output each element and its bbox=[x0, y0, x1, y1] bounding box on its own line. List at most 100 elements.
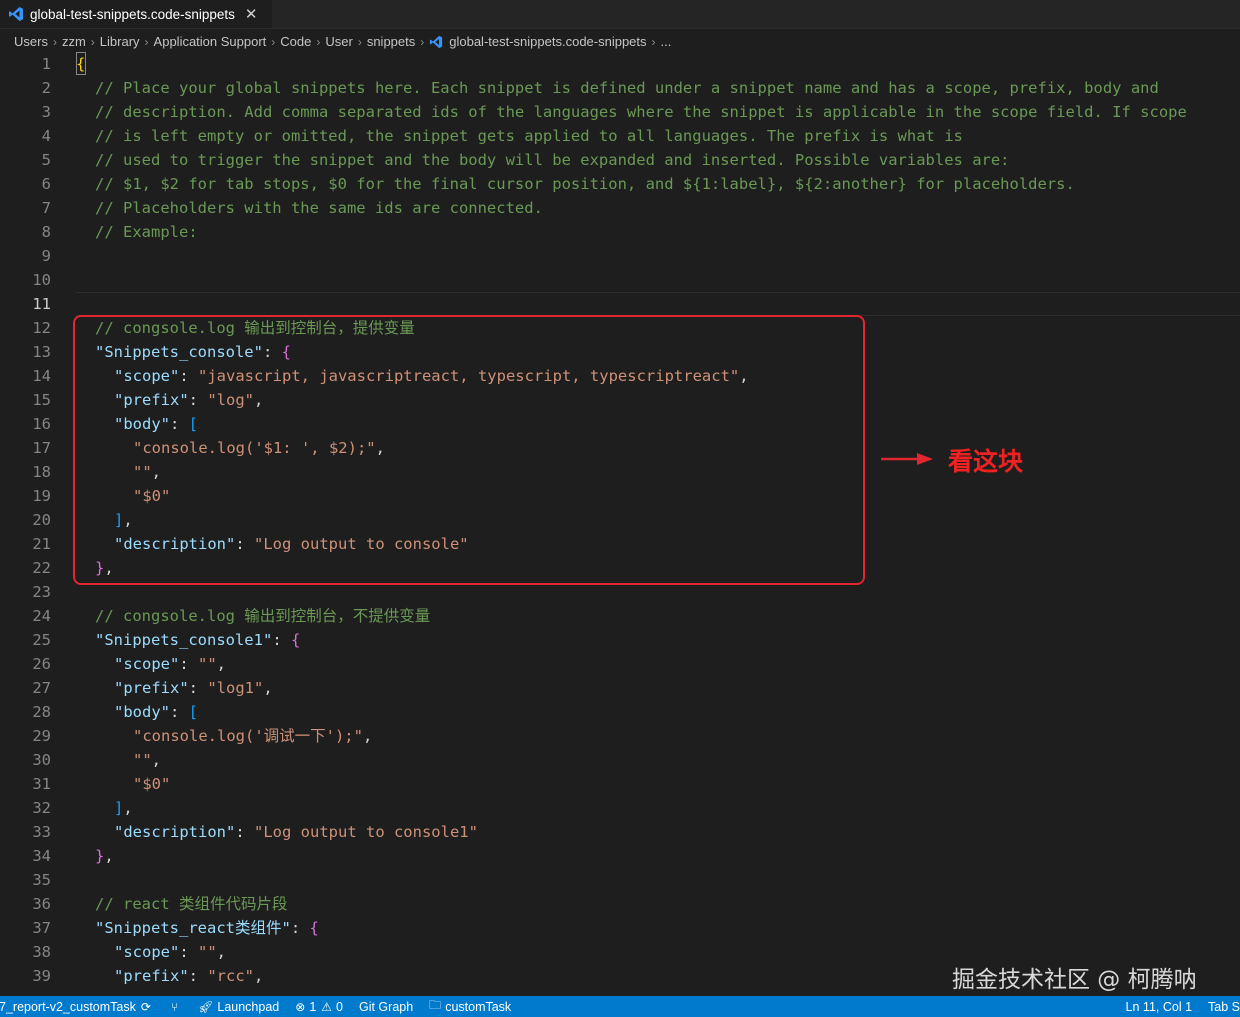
code-line[interactable]: 4 // is left empty or omitted, the snippe… bbox=[0, 124, 1240, 148]
chevron-right-icon: › bbox=[90, 34, 95, 49]
code-line[interactable]: 31 "$0" bbox=[0, 772, 1240, 796]
code-line[interactable]: 8 // Example: bbox=[0, 220, 1240, 244]
code-line[interactable]: 3 // description. Add comma separated ids… bbox=[0, 100, 1240, 124]
close-icon[interactable]: ✕ bbox=[245, 5, 258, 23]
breadcrumb-item[interactable]: zzm bbox=[62, 34, 86, 49]
code-token: "prefix" bbox=[114, 967, 189, 985]
line-code: "description": "Log output to console1" bbox=[114, 820, 478, 844]
editor-tab[interactable]: global-test-snippets.code-snippets ✕ bbox=[0, 0, 272, 28]
code-token: // Example: bbox=[95, 223, 198, 241]
code-line[interactable]: 24 // congsole.log 输出到控制台，不提供变量 bbox=[0, 604, 1240, 628]
git-branch-icon: ⑂ bbox=[170, 999, 179, 1014]
error-count: 1 bbox=[309, 999, 317, 1014]
code-line[interactable]: 37 "Snippets_react类组件": { bbox=[0, 916, 1240, 940]
sync-icon[interactable]: ⟳ bbox=[141, 1000, 151, 1014]
code-line[interactable]: 1{ bbox=[0, 52, 1240, 76]
chevron-right-icon: › bbox=[52, 34, 57, 49]
git-icon-item[interactable]: ⑂ bbox=[171, 1000, 182, 1014]
chevron-right-icon: › bbox=[357, 34, 362, 49]
line-code: "prefix": "log1", bbox=[114, 676, 273, 700]
chevron-right-icon: › bbox=[651, 34, 656, 49]
code-line[interactable]: 2 // Place your global snippets here. Eac… bbox=[0, 76, 1240, 100]
line-code: // congsole.log 输出到控制台，不提供变量 bbox=[95, 604, 430, 628]
breadcrumb-item[interactable]: global-test-snippets.code-snippets bbox=[449, 34, 646, 49]
code-line[interactable]: 34}, bbox=[0, 844, 1240, 868]
code-line[interactable]: 28 "body": [ bbox=[0, 700, 1240, 724]
cursor-position[interactable]: Ln 11, Col 1 bbox=[1126, 1000, 1192, 1014]
git-graph-label: Git Graph bbox=[358, 999, 414, 1014]
code-line[interactable]: 27 "prefix": "log1", bbox=[0, 676, 1240, 700]
breadcrumb-item[interactable]: Application Support bbox=[154, 34, 267, 49]
line-number: 36 bbox=[32, 895, 51, 913]
breadcrumb-item[interactable]: Code bbox=[280, 34, 311, 49]
line-number: 13 bbox=[32, 343, 51, 361]
code-line[interactable]: 36 // react 类组件代码片段 bbox=[0, 892, 1240, 916]
code-token: : bbox=[235, 823, 254, 841]
code-line[interactable]: 35 bbox=[0, 868, 1240, 892]
line-code: "scope": "", bbox=[114, 940, 226, 964]
line-number: 11 bbox=[32, 295, 51, 313]
line-number: 31 bbox=[32, 775, 51, 793]
error-icon: ⊗ bbox=[295, 999, 306, 1014]
line-number: 12 bbox=[32, 319, 51, 337]
line-code: "Snippets_console1": { bbox=[95, 628, 300, 652]
code-line[interactable]: 6 // $1, $2 for tab stops, $0 for the fin… bbox=[0, 172, 1240, 196]
code-line[interactable]: 30 "", bbox=[0, 748, 1240, 772]
code-token: "$0" bbox=[133, 775, 171, 793]
code-token: : bbox=[290, 919, 310, 937]
breadcrumb-item[interactable]: Library bbox=[100, 34, 140, 49]
code-line[interactable]: 26 "scope": "", bbox=[0, 652, 1240, 676]
code-line[interactable]: 9 bbox=[0, 244, 1240, 268]
code-token: , bbox=[254, 967, 264, 985]
indentation[interactable]: Tab S bbox=[1208, 1000, 1240, 1014]
breadcrumb: Users › zzm › Library › Application Support › Co… bbox=[0, 28, 1240, 55]
line-number: 5 bbox=[41, 151, 51, 169]
launchpad-label: Launchpad bbox=[217, 999, 280, 1014]
code-token: : bbox=[179, 943, 198, 961]
code-token: "rcc" bbox=[207, 967, 254, 985]
code-token: // Placeholders with the same ids are co… bbox=[95, 199, 543, 217]
code-line[interactable]: 33 "description": "Log output to console1… bbox=[0, 820, 1240, 844]
line-number: 35 bbox=[32, 871, 51, 889]
chevron-right-icon: › bbox=[271, 34, 276, 49]
branch-item[interactable]: 7_report-v2_customTask ⟳ bbox=[0, 1000, 155, 1014]
line-number: 29 bbox=[32, 727, 51, 745]
code-line[interactable]: 10 bbox=[0, 268, 1240, 292]
code-line[interactable]: 7 // Placeholders with the same ids are c… bbox=[0, 196, 1240, 220]
line-number: 20 bbox=[32, 511, 51, 529]
breadcrumb-item[interactable]: User bbox=[325, 34, 352, 49]
code-token: // Place your global snippets here. Each… bbox=[95, 79, 1159, 97]
code-token: } bbox=[95, 847, 105, 865]
breadcrumb-item[interactable]: snippets bbox=[367, 34, 415, 49]
line-number: 25 bbox=[32, 631, 51, 649]
code-token: , bbox=[263, 679, 273, 697]
code-line[interactable]: 29 "console.log('调试一下');", bbox=[0, 724, 1240, 748]
git-graph-item[interactable]: Git Graph bbox=[359, 1000, 413, 1014]
line-number: 9 bbox=[41, 247, 51, 265]
code-line[interactable]: 32], bbox=[0, 796, 1240, 820]
code-line[interactable]: 5 // used to trigger the snippet and the … bbox=[0, 148, 1240, 172]
line-code: ], bbox=[114, 796, 133, 820]
line-number: 15 bbox=[32, 391, 51, 409]
breadcrumb-item[interactable]: ... bbox=[661, 34, 672, 49]
annotation-text: 看这块 bbox=[948, 447, 1024, 476]
code-line[interactable]: 11 bbox=[0, 292, 1240, 316]
line-number: 34 bbox=[32, 847, 51, 865]
line-number: 7 bbox=[41, 199, 51, 217]
line-code: "", bbox=[133, 748, 161, 772]
problems-item[interactable]: ⊗ 1 ⚠ 0 bbox=[295, 1000, 343, 1014]
line-code: "$0" bbox=[133, 772, 170, 796]
code-token: "" bbox=[133, 751, 152, 769]
code-token: : bbox=[188, 967, 208, 985]
code-line[interactable]: 25 "Snippets_console1": { bbox=[0, 628, 1240, 652]
bracket-match-box bbox=[76, 52, 86, 75]
line-number: 6 bbox=[41, 175, 51, 193]
code-token: "body" bbox=[114, 703, 170, 721]
line-number: 8 bbox=[41, 223, 51, 241]
warning-count: 0 bbox=[336, 999, 343, 1014]
task-item[interactable]: 🗀 customTask bbox=[429, 996, 511, 1017]
launchpad-item[interactable]: 🚀︎ Launchpad bbox=[198, 1000, 279, 1014]
line-number: 4 bbox=[41, 127, 51, 145]
line-number: 3 bbox=[41, 103, 51, 121]
breadcrumb-item[interactable]: Users bbox=[14, 34, 48, 49]
